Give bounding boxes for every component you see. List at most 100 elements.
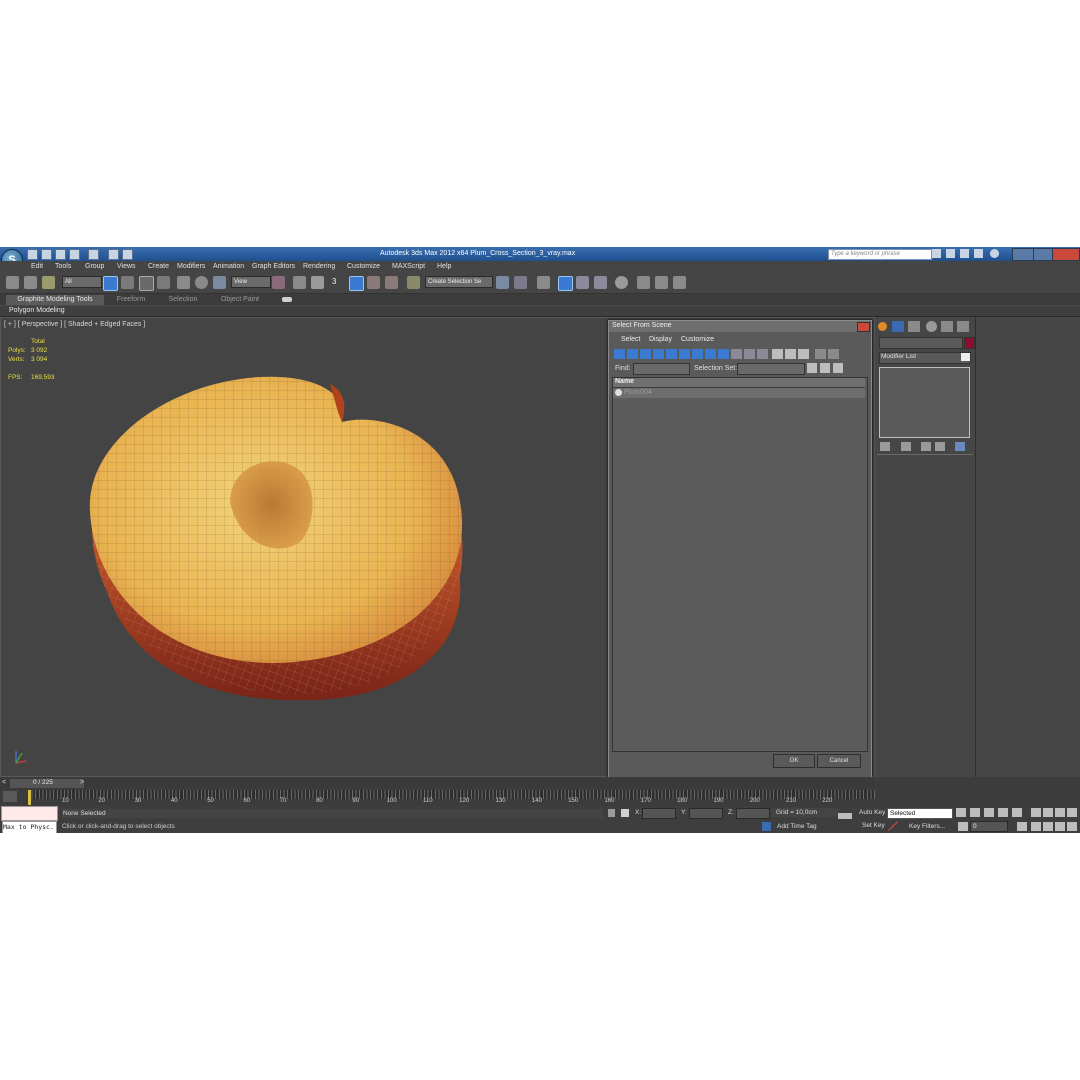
new-file-icon[interactable] [27, 249, 38, 260]
display-groups-icon[interactable] [718, 349, 729, 359]
zoom-extents-all-icon[interactable] [1067, 808, 1077, 817]
pin-stack-icon[interactable] [880, 442, 890, 451]
hierarchy-tab-icon[interactable] [908, 321, 920, 332]
rendered-frame-window-icon[interactable] [655, 276, 668, 289]
tab-graphite-modeling-tools[interactable]: Graphite Modeling Tools [6, 295, 104, 305]
display-shapes-icon[interactable] [653, 349, 664, 359]
display-helpers-icon[interactable] [692, 349, 703, 359]
redo-icon[interactable] [88, 249, 99, 260]
help-icon[interactable] [990, 249, 999, 258]
filter-icon[interactable] [815, 349, 826, 359]
zoom-extents-icon[interactable] [1055, 808, 1065, 817]
previous-frame-icon[interactable] [970, 808, 980, 817]
set-key-icon[interactable] [888, 821, 898, 831]
make-unique-icon[interactable] [921, 442, 931, 451]
show-end-result-icon[interactable] [901, 442, 911, 451]
time-tag-icon[interactable] [762, 822, 771, 831]
menu-help[interactable]: Help [437, 263, 451, 270]
next-frame-icon[interactable] [998, 808, 1008, 817]
object-color-swatch[interactable] [964, 337, 975, 349]
modifier-stack[interactable] [879, 367, 970, 438]
maximize-viewport-icon[interactable] [1067, 822, 1077, 831]
bind-space-warp-icon[interactable] [42, 276, 55, 289]
selection-filter-dropdown[interactable]: All [62, 276, 102, 288]
field-of-view-icon[interactable] [1031, 822, 1041, 831]
subscription-icon[interactable] [946, 249, 955, 258]
utilities-tab-icon[interactable] [957, 321, 969, 332]
selection-lock-icon[interactable] [608, 809, 615, 817]
maxscript-listener[interactable] [1, 806, 58, 821]
absolute-mode-icon[interactable] [621, 809, 629, 817]
z-coordinate-field[interactable] [736, 808, 770, 819]
select-all-icon[interactable] [772, 349, 783, 359]
window-crossing-icon[interactable] [157, 276, 170, 289]
dialog-menu-select[interactable]: Select [621, 336, 640, 343]
modifier-list-chevron-down-icon[interactable] [961, 353, 970, 361]
rotate-icon[interactable] [195, 276, 208, 289]
menu-edit[interactable]: Edit [31, 263, 43, 270]
menu-create[interactable]: Create [148, 263, 169, 270]
unlink-icon[interactable] [24, 276, 37, 289]
close-button[interactable] [1052, 248, 1080, 261]
key-filters-button[interactable]: Key Filters... [909, 823, 945, 830]
help-search-input[interactable]: Type a keyword or phrase [828, 249, 932, 260]
tab-selection[interactable]: Selection [158, 295, 208, 305]
add-time-tag[interactable]: Add Time Tag [777, 823, 817, 830]
display-containers-icon[interactable] [757, 349, 768, 359]
key-mode-dropdown[interactable]: Selected [887, 808, 953, 819]
menu-tools[interactable]: Tools [55, 263, 71, 270]
select-by-name-icon[interactable] [121, 276, 134, 289]
reference-coordinate-dropdown[interactable]: View [231, 276, 271, 288]
align-icon[interactable] [514, 276, 527, 289]
selection-set-dropdown[interactable] [737, 363, 805, 375]
menu-graph-editors[interactable]: Graph Editors [252, 263, 295, 270]
menu-modifiers[interactable]: Modifiers [177, 263, 205, 270]
dialog-menu-customize[interactable]: Customize [681, 336, 714, 343]
modify-tab-icon[interactable] [892, 321, 904, 332]
select-manipulate-icon[interactable] [293, 276, 306, 289]
mirror-icon[interactable] [496, 276, 509, 289]
angle-snap-icon[interactable] [349, 276, 364, 291]
select-link-icon[interactable] [6, 276, 19, 289]
move-icon[interactable] [177, 276, 190, 289]
time-slider[interactable] [0, 778, 875, 789]
time-configuration-icon[interactable] [1017, 822, 1027, 831]
maximize-button[interactable] [1033, 248, 1053, 261]
dialog-menu-display[interactable]: Display [649, 336, 672, 343]
time-slider-next-icon[interactable]: > [80, 779, 84, 786]
menu-views[interactable]: Views [117, 263, 136, 270]
select-none-icon[interactable] [785, 349, 796, 359]
create-tab-icon[interactable] [878, 322, 887, 331]
ok-button[interactable]: OK [773, 754, 815, 768]
play-icon[interactable] [984, 808, 994, 817]
graphite-toggle-icon[interactable] [558, 276, 573, 291]
zoom-all-icon[interactable] [1043, 808, 1053, 817]
display-none-icon[interactable] [614, 349, 625, 359]
plum-half-model[interactable] [80, 372, 470, 702]
ribbon-toggle-icon[interactable] [282, 297, 292, 302]
track-bar[interactable] [28, 790, 875, 799]
rectangular-selection-icon[interactable] [139, 276, 154, 291]
select-object-icon[interactable] [103, 276, 118, 291]
pan-view-icon[interactable] [1043, 822, 1053, 831]
pivot-center-icon[interactable] [272, 276, 285, 289]
configure-modifier-sets-icon[interactable] [955, 442, 965, 451]
create-selection-set-icon[interactable] [807, 363, 817, 373]
key-mode-toggle-icon[interactable] [958, 822, 968, 831]
display-lights-icon[interactable] [666, 349, 677, 359]
time-slider-prev-icon[interactable]: < [2, 779, 6, 786]
polygon-modeling-label[interactable]: Polygon Modeling [9, 307, 65, 314]
key-icon[interactable] [838, 813, 852, 819]
find-input[interactable] [633, 363, 690, 375]
tab-object-paint[interactable]: Object Paint [212, 295, 268, 305]
render-setup-icon[interactable] [637, 276, 650, 289]
named-selection-set-dropdown[interactable]: Create Selection Se [425, 276, 493, 288]
save-file-icon[interactable] [55, 249, 66, 260]
schematic-view-icon[interactable] [594, 276, 607, 289]
binoculars-icon[interactable] [932, 249, 941, 258]
menu-rendering[interactable]: Rendering [303, 263, 335, 270]
project-folder-icon[interactable] [122, 249, 133, 260]
auto-key-button[interactable]: Auto Key [859, 809, 885, 816]
menu-animation[interactable]: Animation [213, 263, 244, 270]
maxscript-input[interactable]: Max to Physc. [2, 821, 57, 833]
